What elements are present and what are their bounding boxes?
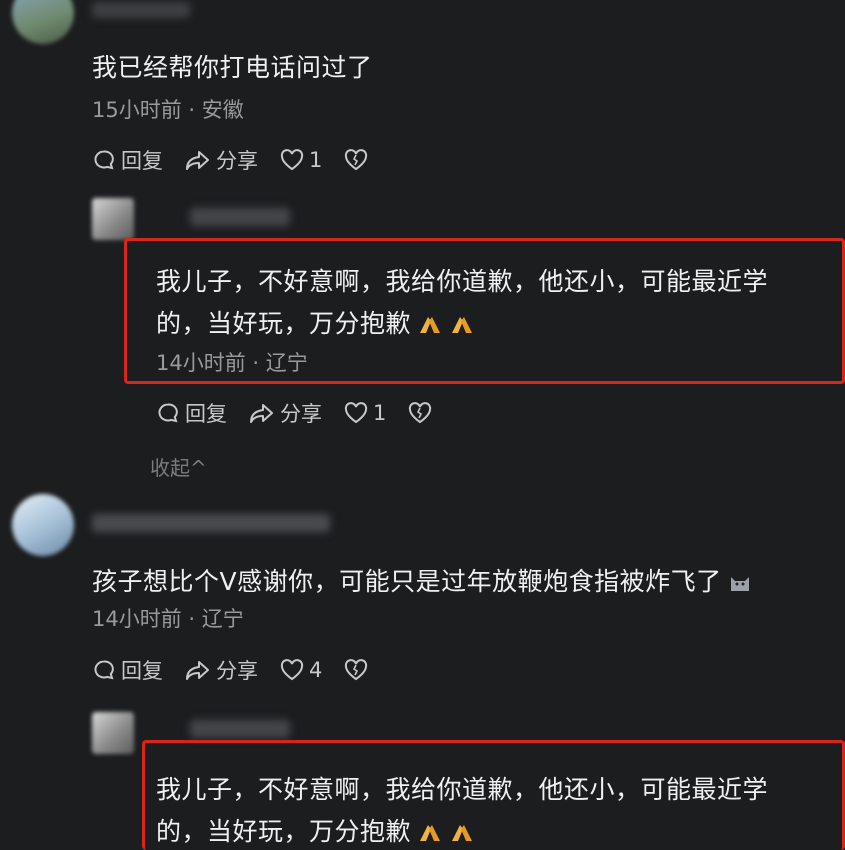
share-label: 分享 <box>280 402 322 426</box>
comment-meta: 15小时前 · 安徽 <box>92 94 244 124</box>
username-blurred[interactable] <box>92 2 190 18</box>
broken-heart-icon <box>345 149 368 171</box>
reply-meta: 14小时前 · 辽宁 <box>156 347 308 377</box>
share-arrow-icon <box>250 404 273 423</box>
share-button[interactable]: 分享 <box>185 655 258 685</box>
cat-sticker-icon <box>728 570 752 599</box>
comment-bubble-icon <box>158 403 178 423</box>
meta-separator: · <box>181 98 202 122</box>
comment-time: 14小时前 <box>92 607 182 631</box>
comment-text: 我已经帮你打电话问过了 <box>92 53 373 82</box>
reply-button[interactable]: 回复 <box>92 145 163 175</box>
reply-avatar[interactable] <box>92 712 134 754</box>
comment-location: 安徽 <box>201 98 244 122</box>
reply-time: 14小时前 <box>156 351 246 375</box>
comment-text-content: 孩子想比个V感谢你，可能只是过年放鞭炮食指被炸飞了 <box>92 567 722 596</box>
meta-separator: · <box>181 607 202 631</box>
comment-actions: 回复 分享 4 <box>92 655 395 685</box>
heart-icon <box>280 149 304 171</box>
comment-text: 孩子想比个V感谢你，可能只是过年放鞭炮食指被炸飞了 <box>92 562 752 599</box>
dislike-button[interactable] <box>408 402 437 424</box>
share-button[interactable]: 分享 <box>185 145 258 175</box>
reply-button[interactable]: 回复 <box>156 398 227 428</box>
dislike-button[interactable] <box>344 149 373 171</box>
reply-location: 辽宁 <box>265 351 308 375</box>
praying-hands-icon <box>417 312 443 341</box>
collapse-replies-link[interactable]: 收起^ <box>150 452 207 481</box>
comment-time: 15小时前 <box>92 98 182 122</box>
reply-text-line1: 我儿子，不好意啊，我给你道歉，他还小，可能最近学 <box>156 775 769 804</box>
like-count: 4 <box>309 658 323 682</box>
meta-separator: · <box>245 351 266 375</box>
comment-meta: 14小时前 · 辽宁 <box>92 603 244 633</box>
praying-hands-icon <box>417 820 443 849</box>
broken-heart-icon <box>409 402 432 424</box>
comment-actions: 回复 分享 1 <box>92 145 395 175</box>
share-label: 分享 <box>216 659 258 683</box>
avatar[interactable] <box>12 0 74 44</box>
reply-button[interactable]: 回复 <box>92 655 163 685</box>
comment-bubble-icon <box>94 150 114 170</box>
dislike-button[interactable] <box>344 659 373 681</box>
reply-text-line1: 我儿子，不好意啊，我给你道歉，他还小，可能最近学 <box>156 267 769 296</box>
reply-label: 回复 <box>185 402 227 426</box>
share-arrow-icon <box>186 151 209 170</box>
reply-username-blurred[interactable] <box>190 208 290 226</box>
like-count: 1 <box>373 401 387 425</box>
share-label: 分享 <box>216 149 258 173</box>
like-button[interactable]: 1 <box>280 148 322 172</box>
heart-icon <box>344 402 368 424</box>
reply-text-line2: 的，当好玩，万分抱歉 <box>156 812 475 849</box>
like-button[interactable]: 1 <box>344 401 386 425</box>
reply-label: 回复 <box>121 659 163 683</box>
praying-hands-icon <box>449 312 475 341</box>
reply-text: 的，当好玩，万分抱歉 <box>156 817 412 846</box>
reply-avatar[interactable] <box>92 198 134 240</box>
like-count: 1 <box>309 148 323 172</box>
share-arrow-icon <box>186 661 209 680</box>
comment-location: 辽宁 <box>201 607 244 631</box>
like-button[interactable]: 4 <box>280 658 322 682</box>
reply-actions: 回复 分享 1 <box>156 398 459 428</box>
share-button[interactable]: 分享 <box>249 398 322 428</box>
avatar[interactable] <box>12 494 74 556</box>
username-blurred[interactable] <box>92 514 330 532</box>
comment-bubble-icon <box>94 660 114 680</box>
reply-text: 的，当好玩，万分抱歉 <box>156 309 412 338</box>
reply-label: 回复 <box>121 149 163 173</box>
reply-text-line2: 的，当好玩，万分抱歉 <box>156 304 475 341</box>
broken-heart-icon <box>345 659 368 681</box>
praying-hands-icon <box>449 820 475 849</box>
reply-username-blurred[interactable] <box>190 720 290 738</box>
heart-icon <box>280 659 304 681</box>
